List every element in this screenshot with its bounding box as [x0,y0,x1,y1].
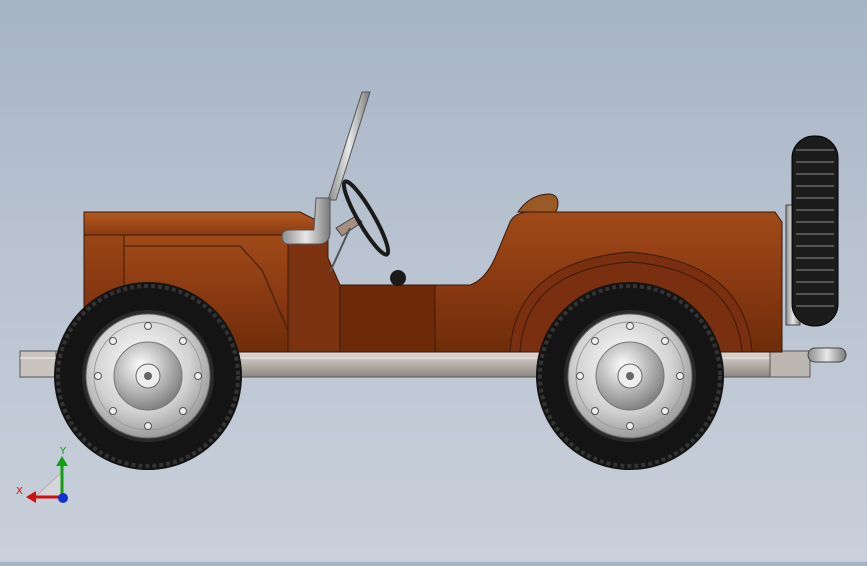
steering-wheel [329,179,391,273]
z-axis-point [58,493,68,503]
front-wheel [54,282,242,470]
spare-tire [785,135,839,327]
gear-knob [390,270,406,286]
x-axis-label: X [16,486,23,497]
jeep-model-view[interactable]: Y X [0,0,867,562]
y-axis-label: Y [59,446,67,457]
reference-triad: Y X [16,446,68,503]
graphics-viewport[interactable]: Y X [0,0,867,562]
rear-wheel [536,282,724,470]
